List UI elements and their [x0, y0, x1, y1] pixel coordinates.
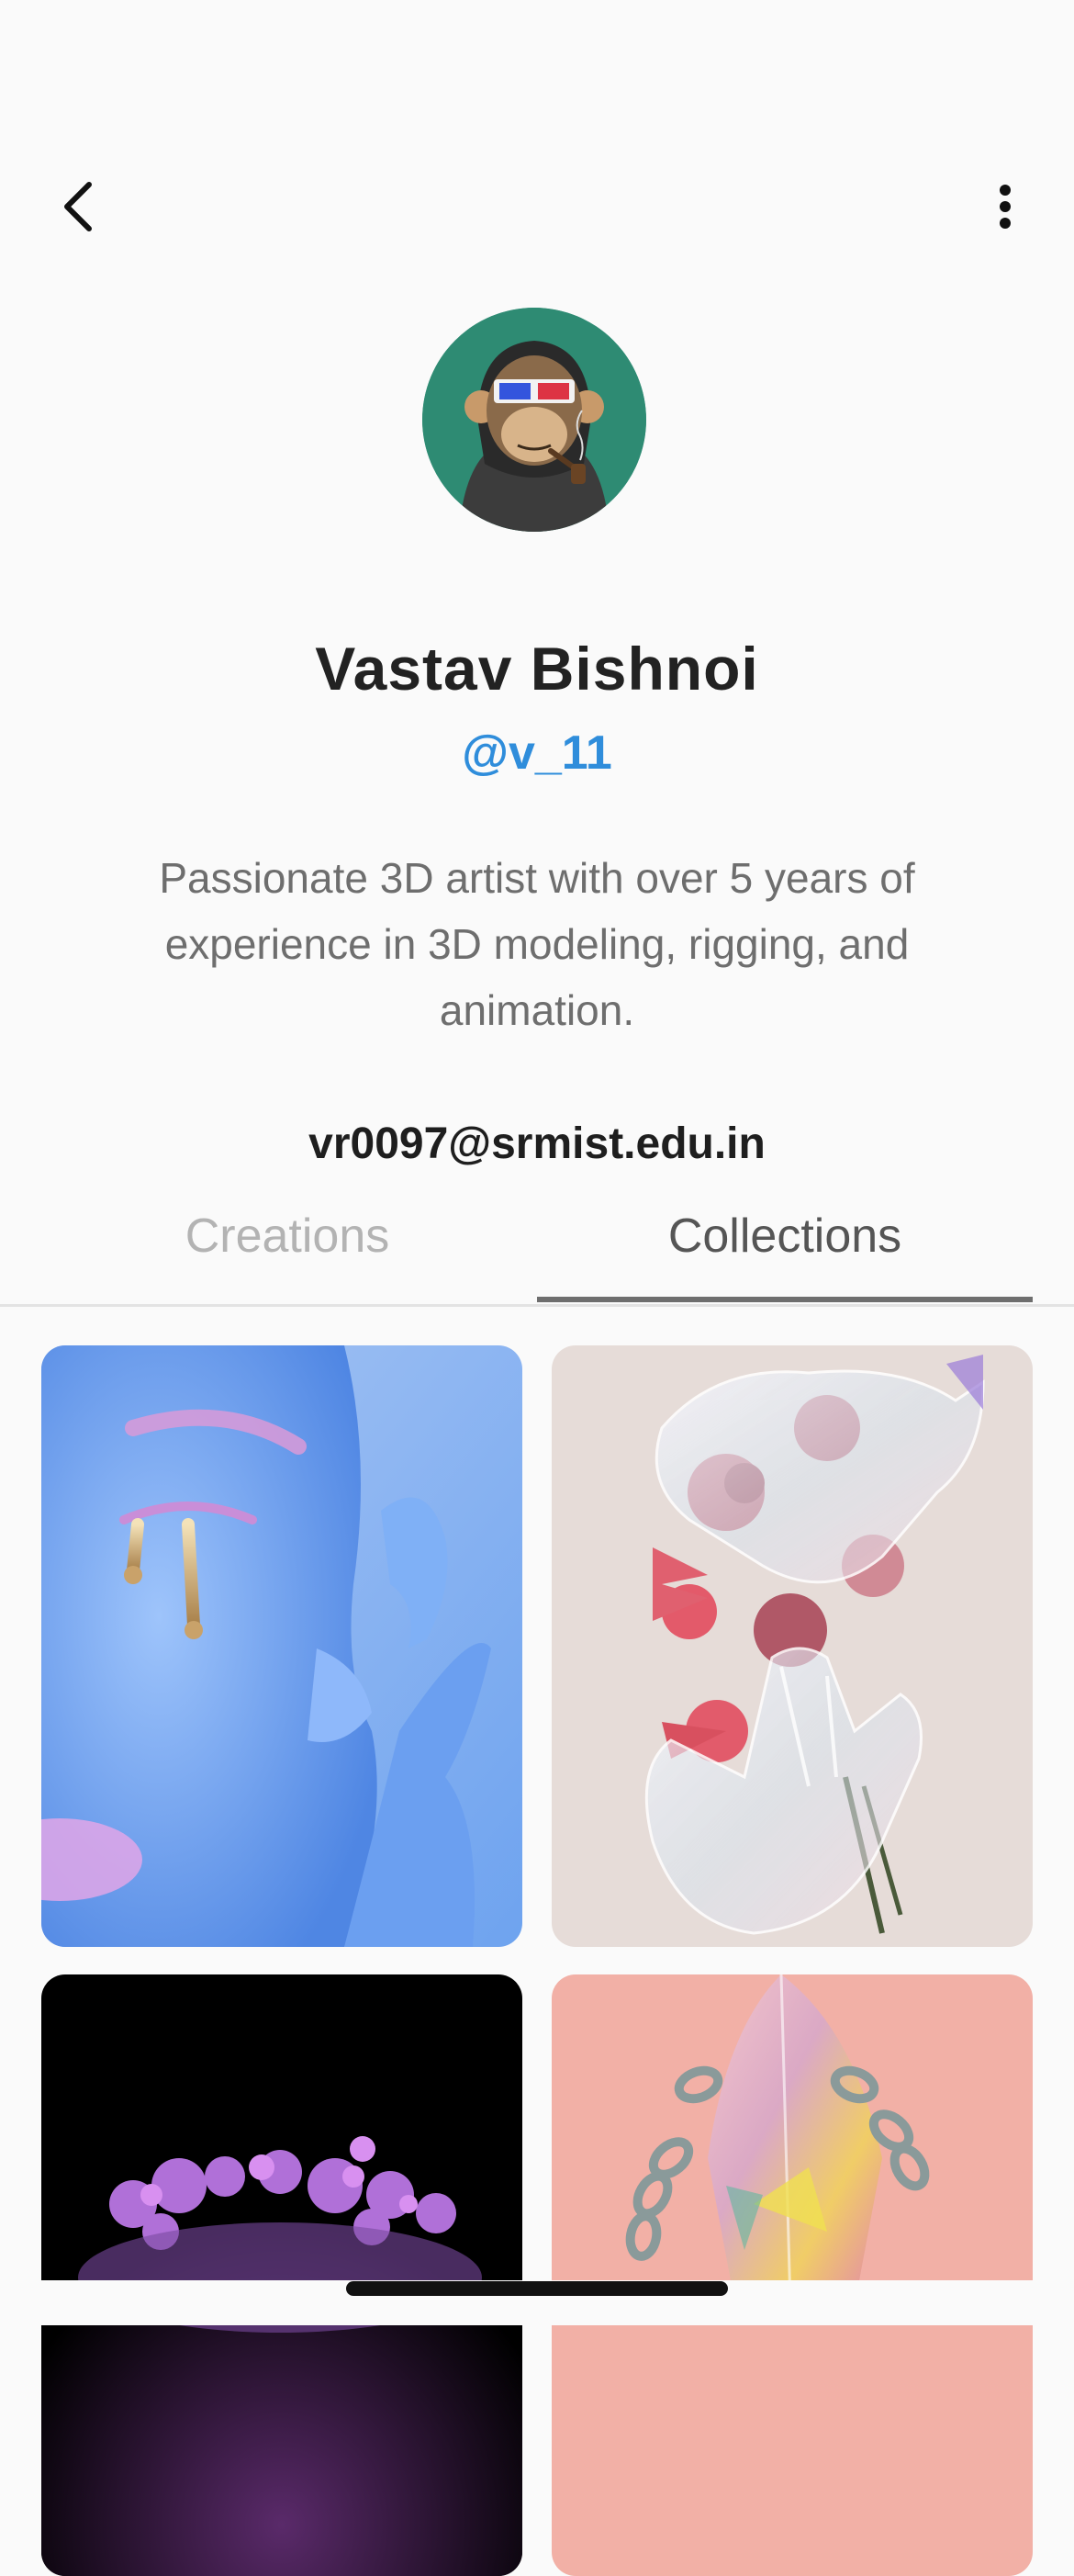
vertical-ellipsis-icon — [1000, 185, 1011, 229]
chevron-left-icon — [64, 182, 92, 231]
back-button[interactable] — [46, 174, 110, 239]
profile-email[interactable]: vr0097@srmist.edu.in — [0, 1119, 1074, 1169]
collection-card-crystal-chains[interactable] — [552, 1974, 1033, 2576]
home-indicator[interactable] — [346, 2281, 728, 2296]
tab-collections[interactable]: Collections — [537, 1194, 1033, 1297]
profile-tabs: Creations Collections — [0, 1194, 1074, 1307]
profile-avatar[interactable] — [422, 308, 646, 532]
profile-name: Vastav Bishnoi — [315, 635, 759, 703]
collection-card-purple-flowers[interactable] — [41, 1974, 522, 2576]
active-tab-indicator — [537, 1297, 1033, 1302]
collection-card-glass-hands[interactable] — [552, 1345, 1033, 1947]
more-options-button[interactable] — [973, 174, 1037, 239]
tab-creations[interactable]: Creations — [39, 1194, 535, 1297]
profile-handle[interactable]: @v_11 — [0, 726, 1074, 781]
profile-bio: Passionate 3D artist with over 5 years o… — [159, 854, 915, 1034]
ape-avatar — [422, 308, 646, 532]
top-nav-bar — [0, 156, 1074, 257]
collection-card-blue-face[interactable] — [41, 1345, 522, 1947]
